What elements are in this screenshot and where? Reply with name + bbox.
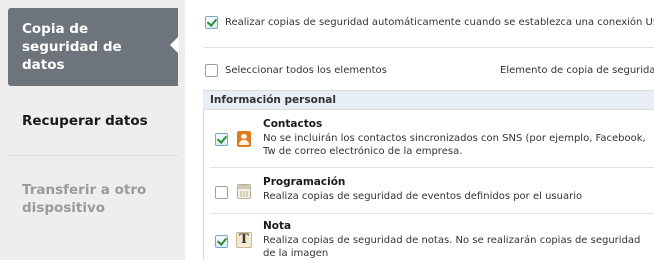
sidebar-item-backup[interactable]: Copia de seguridad de datos [8,8,179,86]
item-description-schedule: Realiza copias de seguridad de eventos d… [263,191,583,202]
sidebar-item-label: Transferir a otro dispositivo [22,182,147,216]
note-icon: T [236,232,252,248]
divider [210,213,654,214]
sidebar: Copia de seguridad de datos Recuperar da… [0,0,185,260]
sidebar-item-transfer[interactable]: Transferir a otro dispositivo [8,156,178,242]
auto-backup-checkbox[interactable] [205,16,218,29]
note-checkbox[interactable] [215,235,228,248]
contacts-checkbox[interactable] [215,133,228,146]
select-all-checkbox[interactable] [205,64,218,77]
select-all-label: Seleccionar todos los elementos [225,65,387,76]
schedule-checkbox[interactable] [215,186,228,199]
item-title-contacts: Contactos [263,118,323,130]
sidebar-item-label: Copia de seguridad de datos [22,21,122,73]
item-description-contacts: No se incluirán los contactos sincroniza… [263,133,646,157]
section-title: Información personal [210,94,336,106]
contacts-icon [237,131,251,147]
sidebar-item-restore[interactable]: Recuperar datos [8,86,178,156]
backup-item-header: Elemento de copia de seguridad s [500,65,654,76]
auto-backup-label: Realizar copias de seguridad automáticam… [225,17,654,28]
item-title-note: Nota [263,220,292,232]
calendar-icon [237,184,251,199]
divider [210,167,654,168]
sidebar-item-label: Recuperar datos [22,112,148,129]
item-title-schedule: Programación [263,176,346,188]
divider [203,47,654,48]
item-description-note: Realiza copias de seguridad de notas. No… [263,235,641,259]
section-header: Información personal [203,90,654,110]
